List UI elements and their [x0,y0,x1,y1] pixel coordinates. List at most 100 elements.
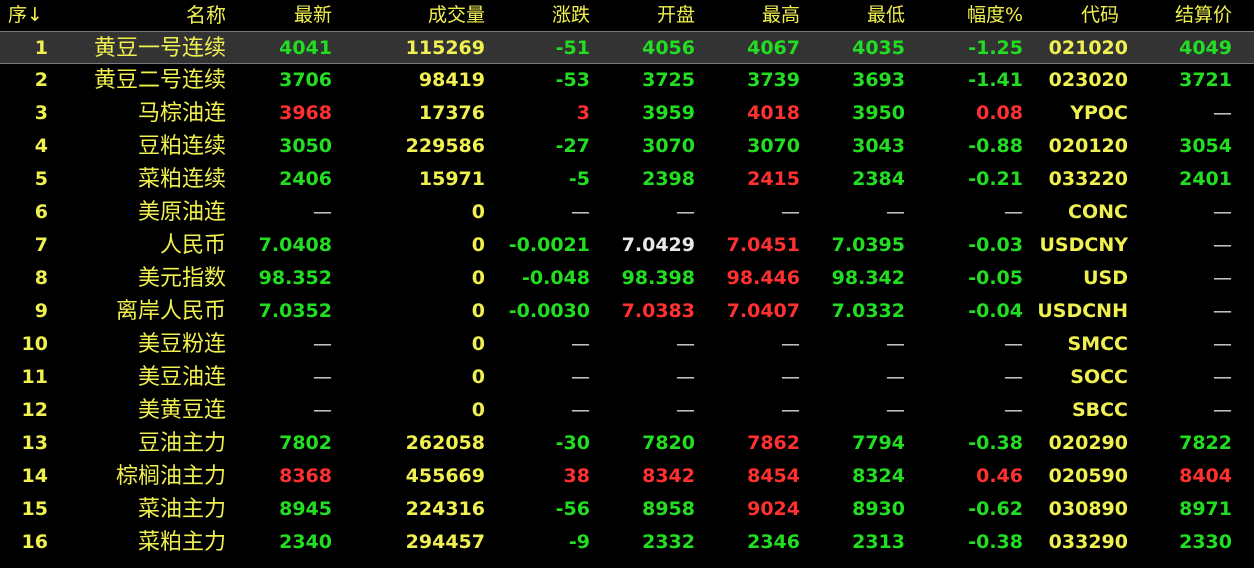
table-row[interactable]: 1 黄豆一号连续 4041 115269 -51 4056 4067 4035 -1.25 021… [0,31,1254,64]
header-pct[interactable]: 幅度% [925,0,1023,31]
header-change[interactable]: 涨跌 [495,0,590,31]
table-row[interactable]: 13 豆油主力 7802 262058 -30 7820 7862 7794 -0.38 0202… [0,427,1254,460]
cell-low: 7.0332 [831,300,905,322]
table-row[interactable]: 8 美元指数 98.352 0 -0.048 98.398 98.446 98.342 -0.0… [0,262,1254,295]
cell-name: 美黄豆连 [137,398,226,423]
cell-settle: — [1213,300,1232,322]
cell-pct: 0.46 [976,465,1023,487]
table-row[interactable]: 6 美原油连 — 0 — — — — — CONC — [0,196,1254,229]
cell-pct: — [1004,201,1023,223]
cell-change: -0.048 [522,267,590,289]
cell-seq: 12 [21,399,48,421]
cell-seq: 15 [21,498,48,520]
table-row[interactable]: 16 菜粕主力 2340 294457 -9 2332 2346 2313 -0.38 03329… [0,526,1254,559]
cell-open: 98.398 [621,267,695,289]
cell-last: 8368 [279,465,332,487]
cell-name: 马棕油连 [137,101,226,126]
cell-high: 4067 [747,37,800,59]
cell-open: — [676,366,695,388]
table-row[interactable]: 10 美豆粉连 — 0 — — — — — SMCC — [0,328,1254,361]
cell-open: — [676,333,695,355]
cell-change: -27 [555,135,590,157]
table-row[interactable]: 4 豆粕连续 3050 229586 -27 3070 3070 3043 -0.88 02012… [0,130,1254,163]
cell-low: 3950 [852,102,905,124]
cell-high: 3070 [747,135,800,157]
header-name[interactable]: 名称 [60,0,226,31]
cell-settle: 2401 [1179,168,1232,190]
header-high[interactable]: 最高 [705,0,800,31]
cell-last: 2406 [279,168,332,190]
table-row[interactable]: 9 离岸人民币 7.0352 0 -0.0030 7.0383 7.0407 7.0332 -0… [0,295,1254,328]
cell-high: 9024 [747,498,800,520]
cell-pct: -0.05 [968,267,1023,289]
cell-code: USDCNH [1037,300,1128,322]
cell-high: 3739 [747,69,800,91]
cell-last: 7.0408 [258,234,332,256]
cell-name: 豆粕连续 [137,134,226,159]
cell-high: — [781,201,800,223]
table-row[interactable]: 2 黄豆二号连续 3706 98419 -53 3725 3739 3693 -1.41 0230… [0,64,1254,97]
table-row[interactable]: 14 棕榈油主力 8368 455669 38 8342 8454 8324 0.46 02059… [0,460,1254,493]
cell-volume: 224316 [405,498,485,520]
cell-code: 020120 [1048,135,1128,157]
cell-volume: 455669 [405,465,485,487]
header-open[interactable]: 开盘 [600,0,695,31]
cell-settle: — [1213,201,1232,223]
table-row[interactable]: 7 人民币 7.0408 0 -0.0021 7.0429 7.0451 7.0395 -0.0… [0,229,1254,262]
cell-volume: 0 [471,234,485,256]
cell-seq: 5 [34,168,48,190]
cell-name: 美原油连 [137,200,226,225]
cell-volume: 115269 [405,37,485,59]
cell-high: — [781,366,800,388]
cell-volume: 0 [471,333,485,355]
cell-low: 2313 [852,531,905,553]
header-volume[interactable]: 成交量 [350,0,485,31]
cell-open: 4056 [642,37,695,59]
cell-code: SOCC [1070,366,1128,388]
cell-code: CONC [1068,201,1128,223]
cell-settle: 8971 [1179,498,1232,520]
cell-last: — [313,333,332,355]
header-settle[interactable]: 结算价 [1150,0,1232,31]
cell-change: -0.0030 [508,300,590,322]
cell-change: -0.0021 [508,234,590,256]
cell-code: 020290 [1048,432,1128,454]
cell-high: 2346 [747,531,800,553]
cell-code: 033290 [1048,531,1128,553]
cell-high: 8454 [747,465,800,487]
cell-name: 美豆油连 [137,365,226,390]
header-low[interactable]: 最低 [810,0,905,31]
table-row[interactable]: 12 美黄豆连 — 0 — — — — — SBCC — [0,394,1254,427]
cell-last: — [313,366,332,388]
cell-change: — [571,366,590,388]
cell-name: 黄豆二号连续 [93,68,226,93]
cell-volume: 294457 [405,531,485,553]
cell-change: 38 [563,465,590,487]
header-code[interactable]: 代码 [1050,0,1150,31]
header-row: 序↓ 名称 最新 成交量 涨跌 开盘 最高 最低 幅度% 代码 结算价 [0,0,1254,31]
cell-change: -30 [555,432,590,454]
cell-volume: 262058 [405,432,485,454]
cell-settle: 4049 [1179,37,1232,59]
cell-low: 7.0395 [831,234,905,256]
cell-pct: — [1004,399,1023,421]
cell-last: 3706 [279,69,332,91]
table-row[interactable]: 5 菜粕连续 2406 15971 -5 2398 2415 2384 -0.21 033220 2… [0,163,1254,196]
cell-change: -53 [555,69,590,91]
cell-open: 2332 [642,531,695,553]
cell-high: 2415 [747,168,800,190]
cell-name: 菜粕连续 [137,167,226,192]
table-row[interactable]: 3 马棕油连 3968 17376 3 3959 4018 3950 0.08 YPOC — [0,97,1254,130]
header-seq[interactable]: 序↓ [8,0,58,31]
table-row[interactable]: 15 菜油主力 8945 224316 -56 8958 9024 8930 -0.62 0308… [0,493,1254,526]
cell-open: — [676,201,695,223]
cell-pct: -0.21 [968,168,1023,190]
cell-pct: -1.25 [968,37,1023,59]
cell-settle: — [1213,366,1232,388]
cell-code: SBCC [1071,399,1128,421]
table-row[interactable]: 11 美豆油连 — 0 — — — — — SOCC — [0,361,1254,394]
cell-last: 7.0352 [258,300,332,322]
cell-seq: 10 [21,333,48,355]
header-last[interactable]: 最新 [240,0,332,31]
cell-volume: 0 [471,366,485,388]
